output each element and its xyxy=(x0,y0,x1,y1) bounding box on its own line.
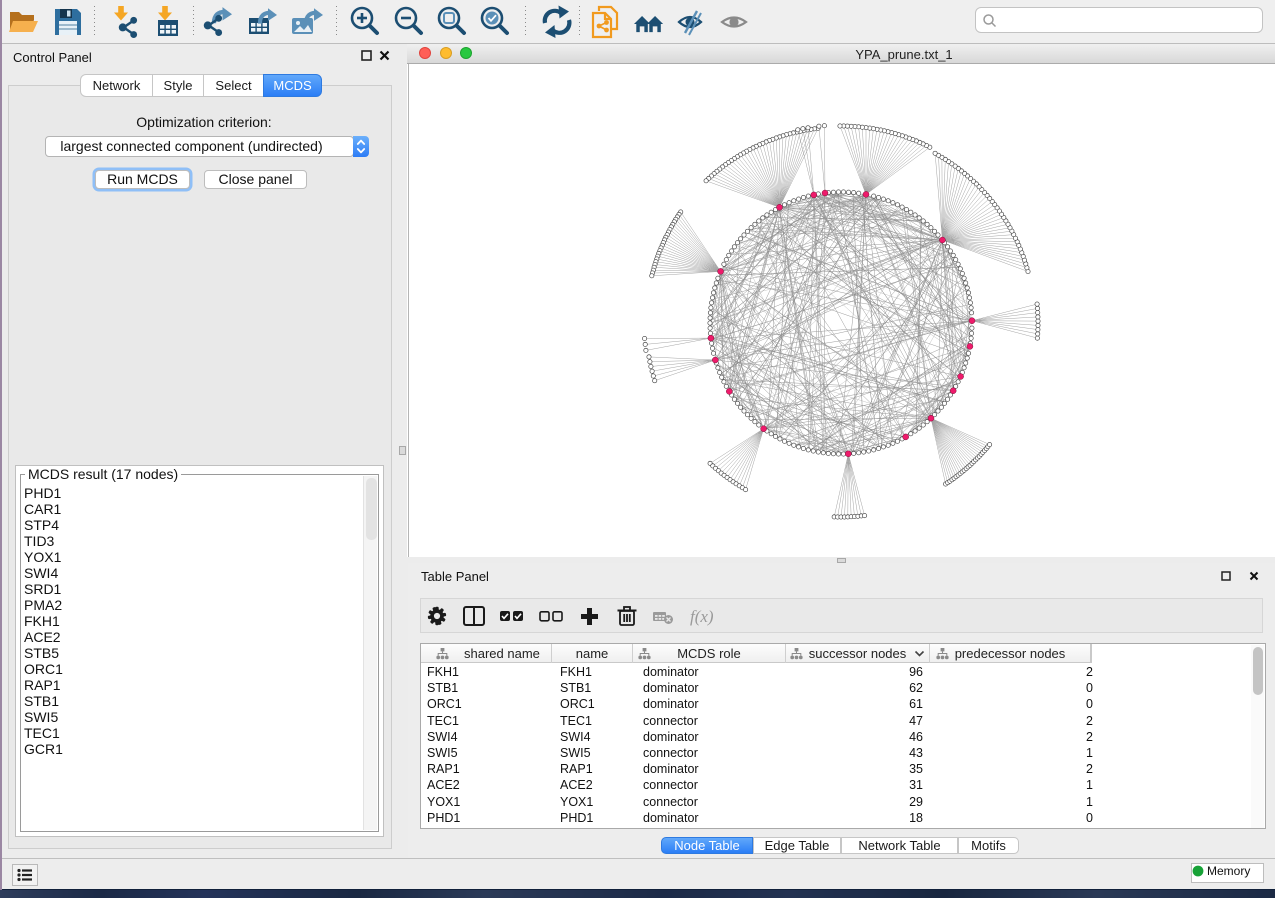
svg-text:f(x): f(x) xyxy=(690,607,714,626)
